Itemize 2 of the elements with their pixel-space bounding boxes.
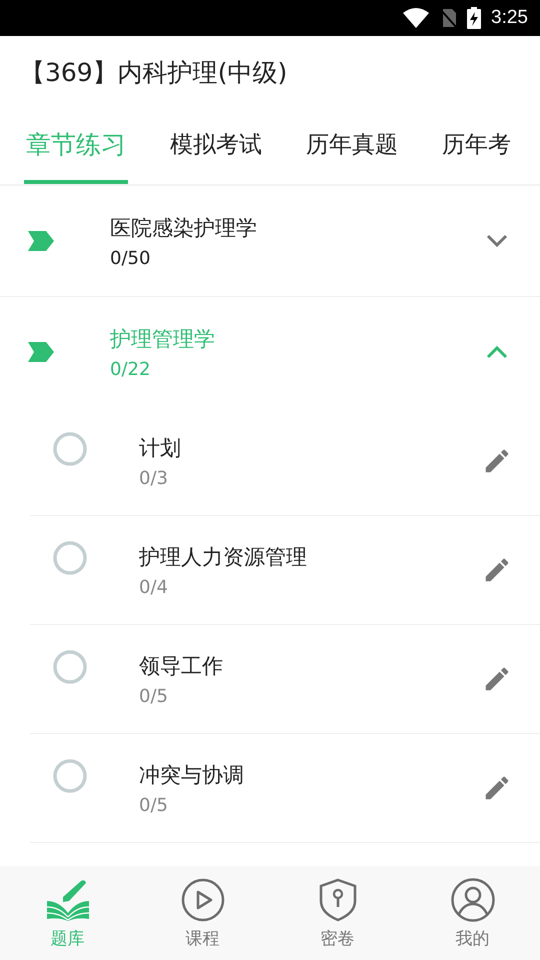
- page-title: 【369】内科护理(中级): [19, 56, 288, 88]
- status-time: 3:25: [491, 7, 528, 29]
